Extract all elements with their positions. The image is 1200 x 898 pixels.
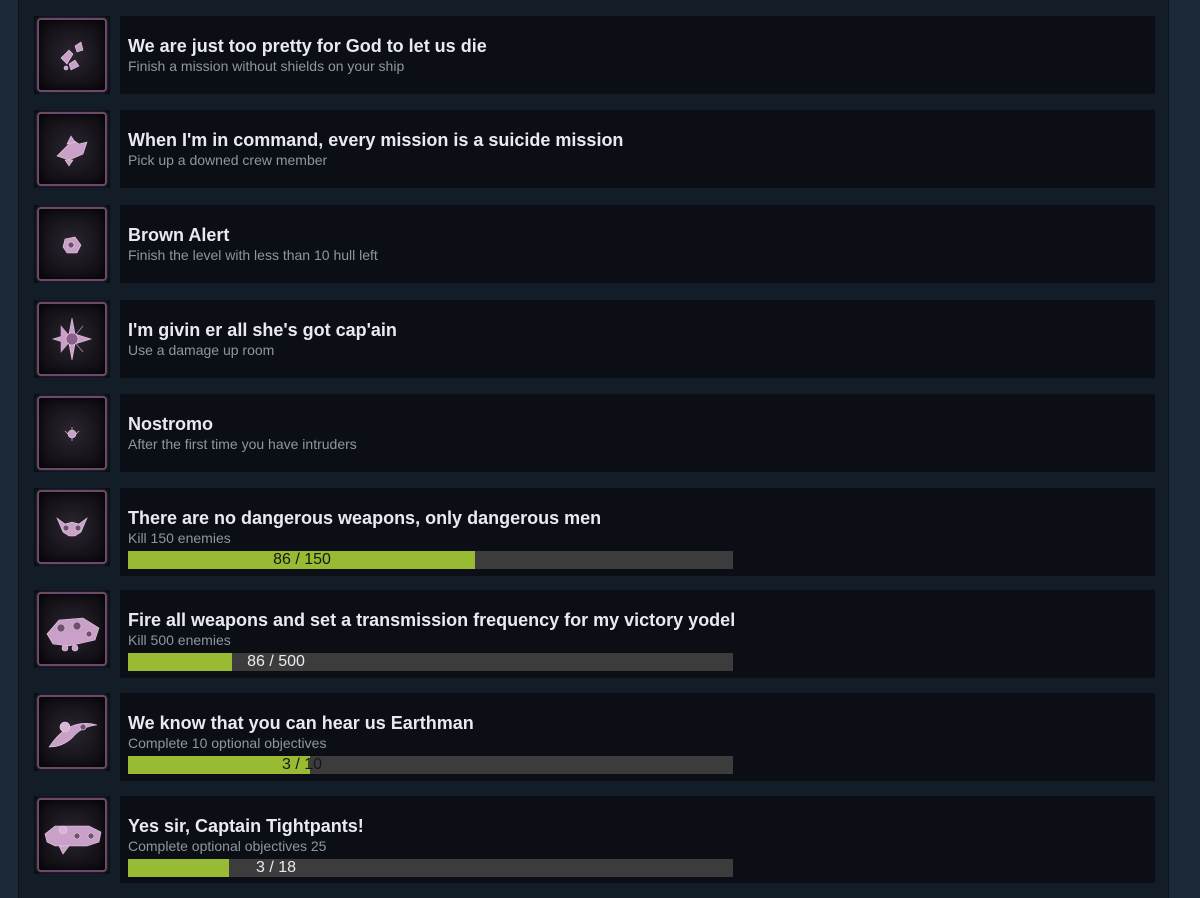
achievement-icon-box	[34, 300, 110, 378]
achievement-title: I'm givin er all she's got cap'ain	[128, 320, 397, 340]
achievement-row: Yes sir, Captain Tightpants! Complete op…	[34, 796, 1155, 883]
achievement-row: We are just too pretty for God to let us…	[34, 16, 1155, 94]
battleship-icon	[37, 592, 107, 666]
achievement-title: Yes sir, Captain Tightpants!	[128, 816, 364, 836]
achievement-row: We know that you can hear us Earthman Co…	[34, 693, 1155, 781]
progress-text: 86 / 500	[247, 653, 305, 670]
progress-text: 3 / 18	[255, 859, 297, 876]
achievement-panel: We are just too pretty for God to let us…	[18, 0, 1169, 898]
achievement-description: Complete 10 optional objectives	[128, 735, 327, 751]
achievement-icon-box	[34, 590, 110, 668]
achievement-row: When I'm in command, every mission is a …	[34, 110, 1155, 188]
cruiser-icon	[37, 798, 107, 872]
achievement-description: Pick up a downed crew member	[128, 152, 328, 168]
enemy-ship-icon	[37, 490, 107, 564]
achievement-description: Kill 500 enemies	[128, 632, 231, 648]
achievement-title: There are no dangerous weapons, only dan…	[128, 508, 602, 528]
achievement-title: We know that you can hear us Earthman	[128, 713, 474, 733]
achievement-row: I'm givin er all she's got cap'ain Use a…	[34, 300, 1155, 378]
crescent-ship-icon	[37, 695, 107, 769]
progress-bar: 86 / 150	[128, 551, 733, 569]
achievement-description: Finish a mission without shields on your…	[128, 58, 405, 74]
achievement-row: There are no dangerous weapons, only dan…	[34, 488, 1155, 576]
achievement-title: Brown Alert	[128, 225, 230, 245]
crew-pickup-icon	[37, 112, 107, 186]
achievement-title: We are just too pretty for God to let us…	[128, 36, 487, 56]
achievement-icon-box	[34, 796, 110, 874]
progress-bar: 3 / 18	[128, 859, 733, 877]
achievement-row: Nostromo After the first time you have i…	[34, 394, 1155, 472]
achievement-row: Fire all weapons and set a transmission …	[34, 590, 1155, 678]
achievement-card: Nostromo After the first time you have i…	[120, 394, 1155, 472]
achievement-icon-box	[34, 693, 110, 771]
achievement-icon-box	[34, 488, 110, 566]
achievement-row: Brown Alert Finish the level with less t…	[34, 205, 1155, 283]
achievement-card: We know that you can hear us Earthman Co…	[120, 693, 1155, 781]
achievement-card: I'm givin er all she's got cap'ain Use a…	[120, 300, 1155, 378]
achievement-title: When I'm in command, every mission is a …	[128, 130, 624, 150]
achievement-card: Brown Alert Finish the level with less t…	[120, 205, 1155, 283]
progress-text: 86 / 150	[273, 551, 331, 568]
damaged-hull-icon	[37, 207, 107, 281]
achievement-description: Use a damage up room	[128, 342, 275, 358]
progress-bar: 3 / 10	[128, 756, 733, 774]
achievement-description: Kill 150 enemies	[128, 530, 231, 546]
progress-bar: 86 / 500	[128, 653, 733, 671]
achievement-card: Fire all weapons and set a transmission …	[120, 590, 1155, 678]
achievement-description: After the first time you have intruders	[128, 436, 357, 452]
achievement-icon-box	[34, 205, 110, 283]
achievement-card: Yes sir, Captain Tightpants! Complete op…	[120, 796, 1155, 883]
achievement-description: Complete optional objectives 25	[128, 838, 327, 854]
progress-text: 3 / 10	[281, 756, 323, 773]
achievement-icon-box	[34, 110, 110, 188]
achievement-card: There are no dangerous weapons, only dan…	[120, 488, 1155, 576]
achievement-card: We are just too pretty for God to let us…	[120, 16, 1155, 94]
achievement-card: When I'm in command, every mission is a …	[120, 110, 1155, 188]
achievement-title: Nostromo	[128, 414, 213, 434]
ship-debris-icon	[37, 18, 107, 92]
achievement-title: Fire all weapons and set a transmission …	[128, 610, 736, 630]
burst-icon	[37, 302, 107, 376]
achievement-description: Finish the level with less than 10 hull …	[128, 247, 378, 263]
achievement-icon-box	[34, 394, 110, 472]
intruder-icon	[37, 396, 107, 470]
achievement-icon-box	[34, 16, 110, 94]
